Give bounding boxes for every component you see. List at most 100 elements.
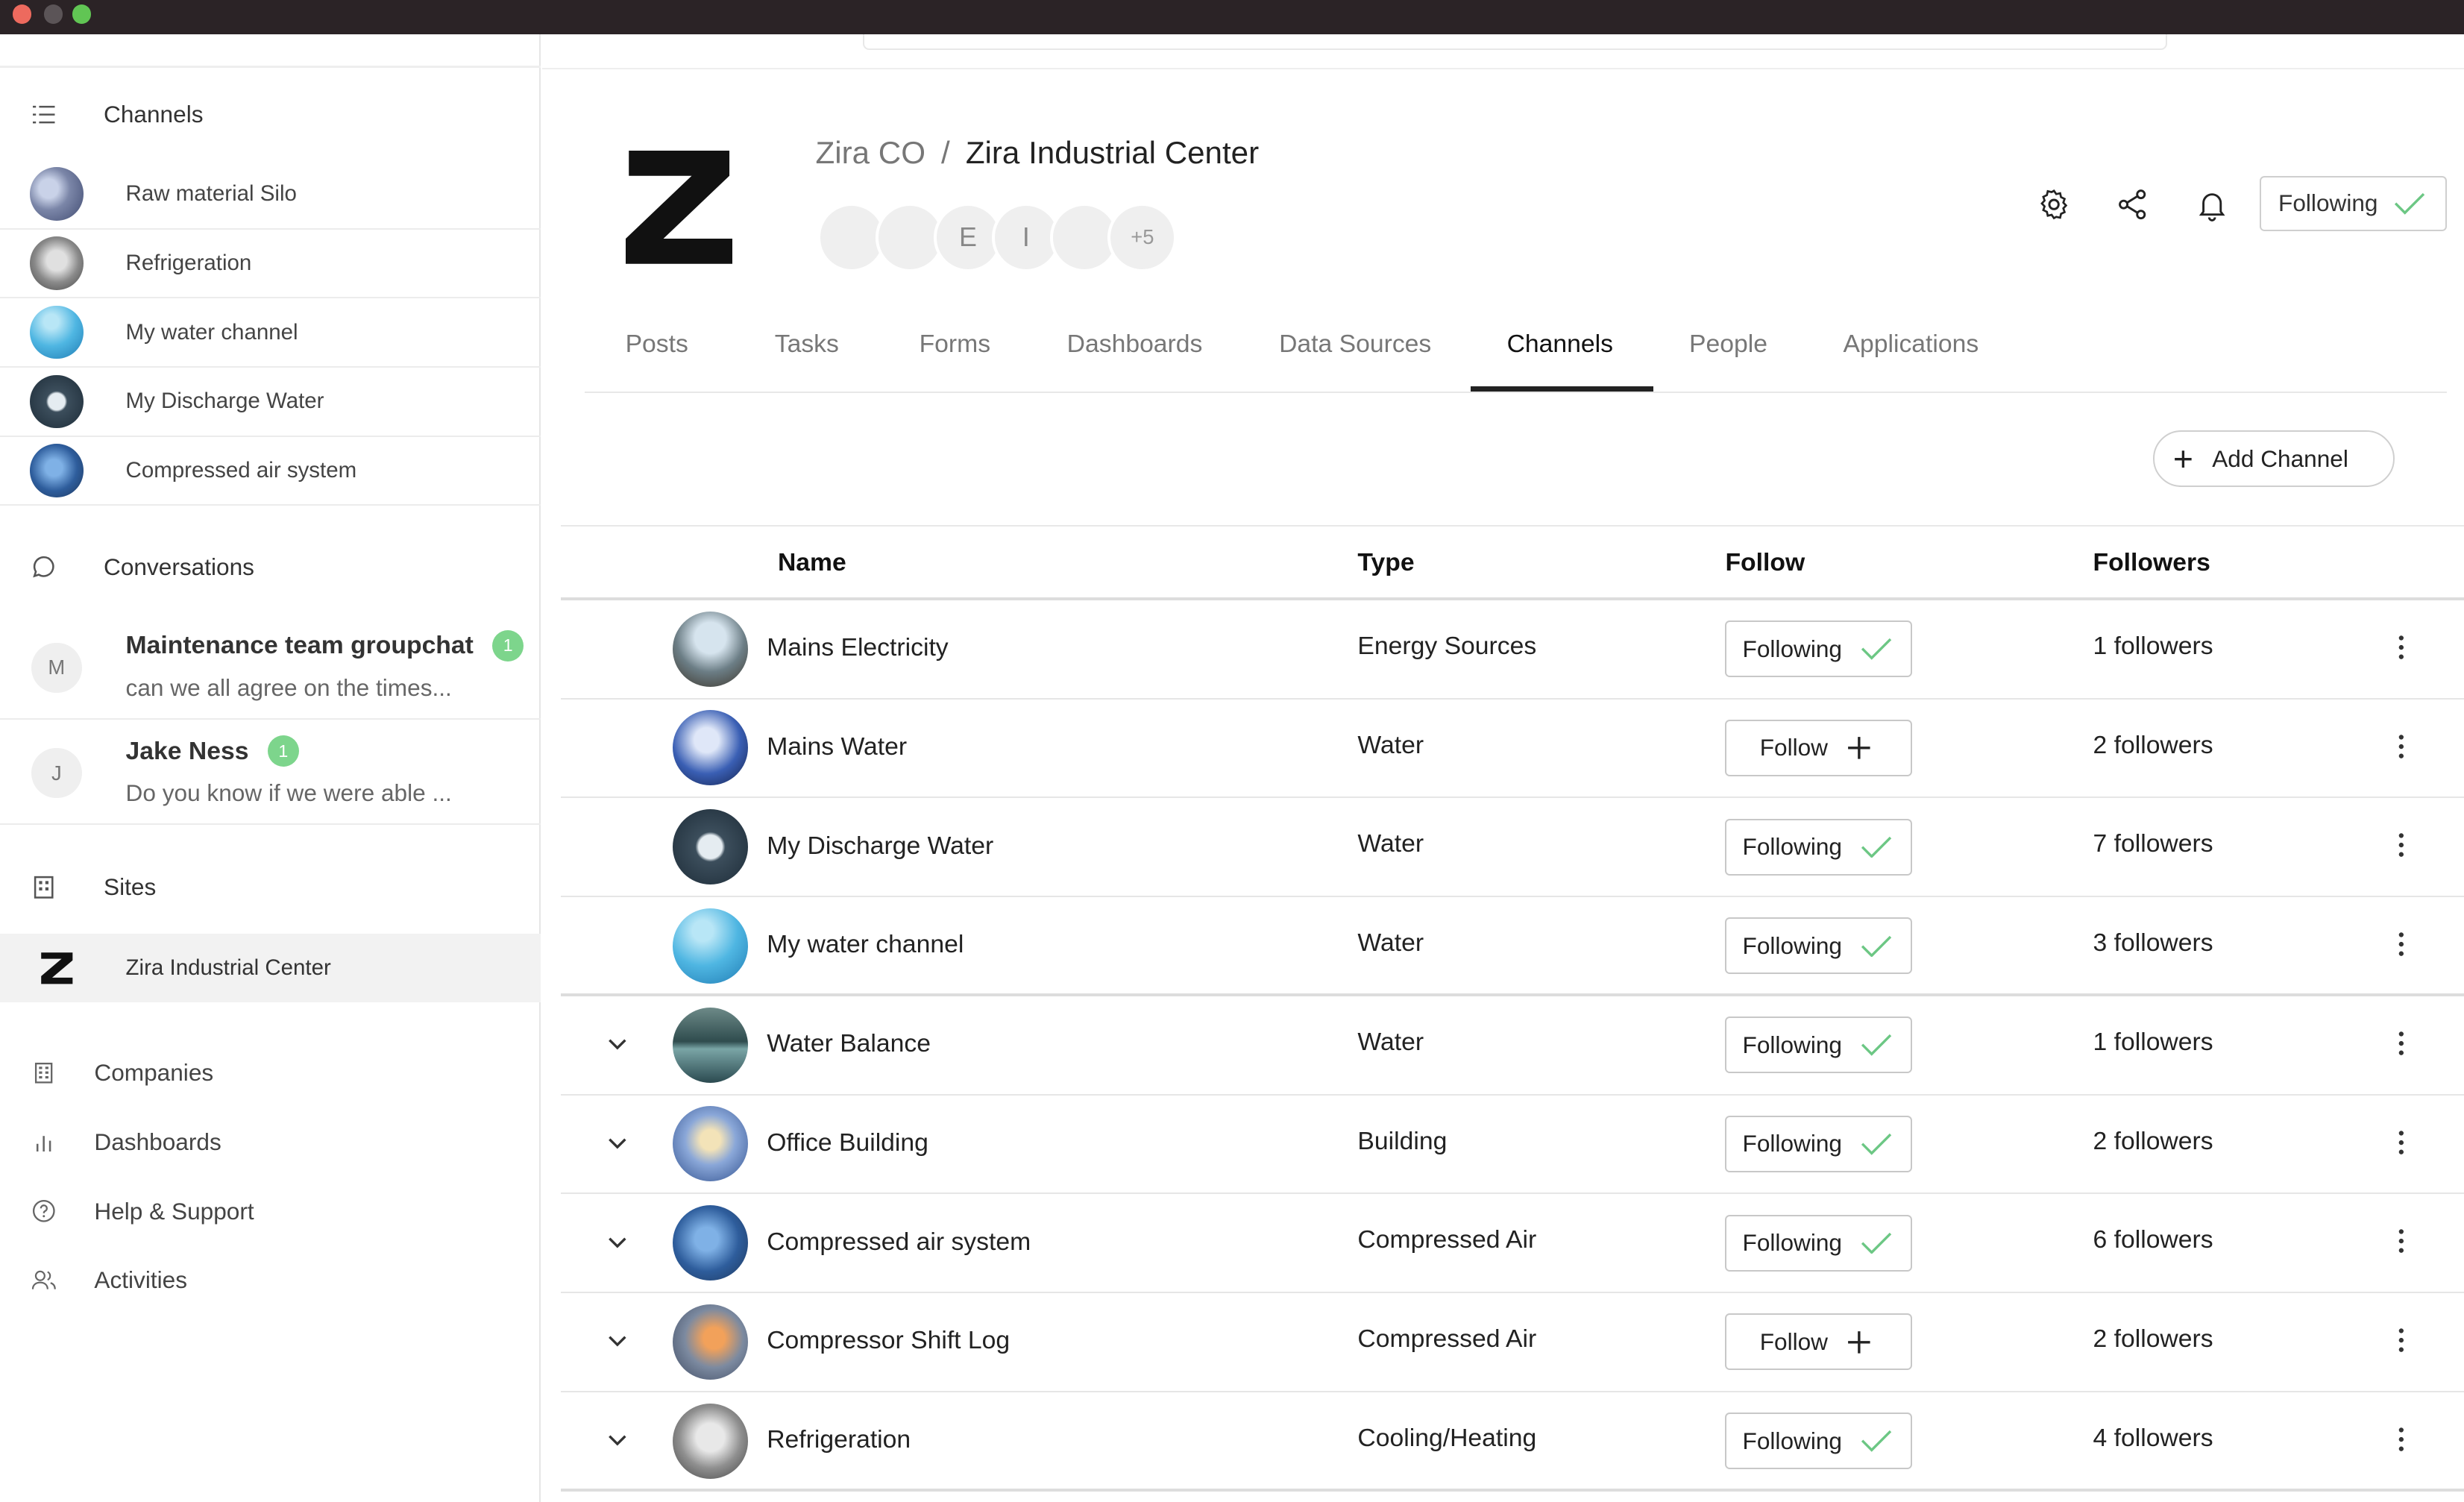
sidebar-channel-item[interactable]: Raw material Silo <box>0 160 541 230</box>
table-row[interactable]: Office Building Building Following 2 fol… <box>561 1096 2464 1195</box>
more-options-icon[interactable] <box>2389 1225 2414 1257</box>
chevron-down-icon[interactable] <box>605 1327 630 1353</box>
tab-people[interactable]: People <box>1689 330 1767 359</box>
channel-name[interactable]: Compressor Shift Log <box>767 1326 1010 1355</box>
follow-button-label: Following <box>1742 635 1842 662</box>
follow-button[interactable]: Follow <box>1725 720 1913 776</box>
follow-button-label: Following <box>1742 1031 1842 1058</box>
channel-name[interactable]: Mains Electricity <box>767 633 948 662</box>
channels-header[interactable]: Channels <box>31 101 204 128</box>
tab-tasks[interactable]: Tasks <box>775 330 839 359</box>
sidebar-channel-item[interactable]: Refrigeration <box>0 230 541 299</box>
tab-dashboards[interactable]: Dashboards <box>1067 330 1203 359</box>
table-row[interactable]: Compressed air system Compressed Air Fol… <box>561 1194 2464 1294</box>
site-following-button[interactable]: Following <box>2259 175 2447 231</box>
followers-count: 3 followers <box>2093 928 2213 958</box>
following-button[interactable]: Following <box>1725 818 1913 876</box>
channel-name[interactable]: My water channel <box>767 930 964 959</box>
follow-button[interactable]: Follow <box>1725 1313 1913 1371</box>
following-button[interactable]: Following <box>1725 1413 1913 1470</box>
column-header-type[interactable]: Type <box>1357 548 1414 577</box>
sidebar-nav-dashboards[interactable]: Dashboards <box>31 1128 221 1156</box>
tab-channels[interactable]: Channels <box>1507 330 1613 359</box>
following-button[interactable]: Following <box>1725 1214 1913 1272</box>
conversations-header[interactable]: Conversations <box>31 553 254 581</box>
followers-count: 1 followers <box>2093 631 2213 660</box>
conversation-item[interactable]: M Maintenance team groupchat 1 can we all… <box>0 615 541 720</box>
channel-thumbnail <box>30 444 84 497</box>
sidebar-nav-help-support[interactable]: Help & Support <box>31 1198 254 1225</box>
sites-header[interactable]: Sites <box>31 873 156 901</box>
table-row[interactable]: Compressor Shift Log Compressed Air Foll… <box>561 1293 2464 1392</box>
sidebar-channel-item[interactable]: My Discharge Water <box>0 368 541 437</box>
channel-name[interactable]: My Discharge Water <box>767 832 993 861</box>
conversation-name: Maintenance team groupchat 1 <box>126 629 524 662</box>
tab-forms[interactable]: Forms <box>920 330 990 359</box>
followers-count: 2 followers <box>2093 730 2213 759</box>
sidebar-channel-item[interactable]: My water channel <box>0 298 541 368</box>
channel-thumbnail <box>672 1403 748 1479</box>
more-options-icon[interactable] <box>2389 1325 2414 1356</box>
chevron-down-icon[interactable] <box>605 1427 630 1452</box>
chevron-down-icon[interactable] <box>605 1229 630 1254</box>
settings-button[interactable] <box>2033 184 2074 225</box>
table-row[interactable]: Mains Electricity Energy Sources Followi… <box>561 600 2464 700</box>
sidebar-nav-activities[interactable]: Activities <box>31 1266 187 1294</box>
sidebar-channel-item[interactable]: Compressed air system <box>0 437 541 506</box>
followers-count: 7 followers <box>2093 829 2213 858</box>
table-row[interactable]: Mains Water Water Follow 2 followers <box>561 700 2464 799</box>
minimize-window-button[interactable] <box>43 4 63 24</box>
share-icon <box>2119 189 2146 219</box>
tab-applications[interactable]: Applications <box>1844 330 1979 359</box>
following-button[interactable]: Following <box>1725 620 1913 678</box>
more-options-icon[interactable] <box>2389 731 2414 762</box>
breadcrumb-site: Zira Industrial Center <box>965 135 1260 171</box>
chat-bubble-icon <box>31 554 57 579</box>
channel-name[interactable]: Refrigeration <box>767 1425 911 1454</box>
channel-name[interactable]: Water Balance <box>767 1029 931 1058</box>
more-options-icon[interactable] <box>2389 632 2414 663</box>
member-avatars[interactable]: E I +5 <box>817 202 1178 272</box>
add-channel-button[interactable]: + Add Channel <box>2152 430 2395 488</box>
tab-data-sources[interactable]: Data Sources <box>1279 330 1431 359</box>
column-header-name[interactable]: Name <box>778 548 846 577</box>
column-header-follow[interactable]: Follow <box>1725 548 1805 577</box>
conversations-header-label: Conversations <box>104 553 254 580</box>
sidebar-site-item[interactable]: Zira Industrial Center <box>0 933 541 1003</box>
channel-name[interactable]: Mains Water <box>767 732 907 761</box>
sidebar-channel-label: Compressed air system <box>125 458 357 483</box>
table-row[interactable]: My Discharge Water Water Following 7 fol… <box>561 798 2464 898</box>
share-button[interactable] <box>2112 184 2153 225</box>
sidebar-nav-companies[interactable]: Companies <box>31 1059 213 1087</box>
more-options-icon[interactable] <box>2389 829 2414 861</box>
conversation-item[interactable]: J Jake Ness 1 Do you know if we were able… <box>0 720 541 826</box>
tab-posts[interactable]: Posts <box>626 330 688 359</box>
more-options-icon[interactable] <box>2389 928 2414 960</box>
more-members-badge[interactable]: +5 <box>1107 202 1178 272</box>
following-button[interactable]: Following <box>1725 1115 1913 1172</box>
channel-thumbnail <box>672 1106 748 1182</box>
follow-button-label: Follow <box>1759 734 1828 761</box>
maximize-window-button[interactable] <box>72 4 92 24</box>
more-options-icon[interactable] <box>2389 1424 2414 1455</box>
chevron-down-icon[interactable] <box>605 1130 630 1155</box>
chevron-down-icon[interactable] <box>605 1031 630 1056</box>
help-circle-icon <box>31 1198 57 1224</box>
table-row[interactable]: Water Balance Water Following 1 follower… <box>561 996 2464 1096</box>
search-bar[interactable] <box>862 34 2167 51</box>
close-window-button[interactable] <box>12 4 32 24</box>
breadcrumb-org[interactable]: Zira CO <box>816 135 925 171</box>
notifications-button[interactable] <box>2192 184 2233 225</box>
company-logo <box>625 151 732 264</box>
table-row[interactable]: Refrigeration Cooling/Heating Following … <box>561 1392 2464 1492</box>
following-button[interactable]: Following <box>1725 1016 1913 1074</box>
column-header-followers[interactable]: Followers <box>2093 548 2210 577</box>
channel-name[interactable]: Compressed air system <box>767 1228 1031 1257</box>
follow-button-label: Following <box>1742 1130 1842 1157</box>
more-options-icon[interactable] <box>2389 1028 2414 1059</box>
table-row[interactable]: My water channel Water Following 3 follo… <box>561 897 2464 996</box>
more-options-icon[interactable] <box>2389 1127 2414 1158</box>
following-button[interactable]: Following <box>1725 917 1913 975</box>
channel-name[interactable]: Office Building <box>767 1128 928 1157</box>
channel-thumbnail <box>672 710 748 786</box>
